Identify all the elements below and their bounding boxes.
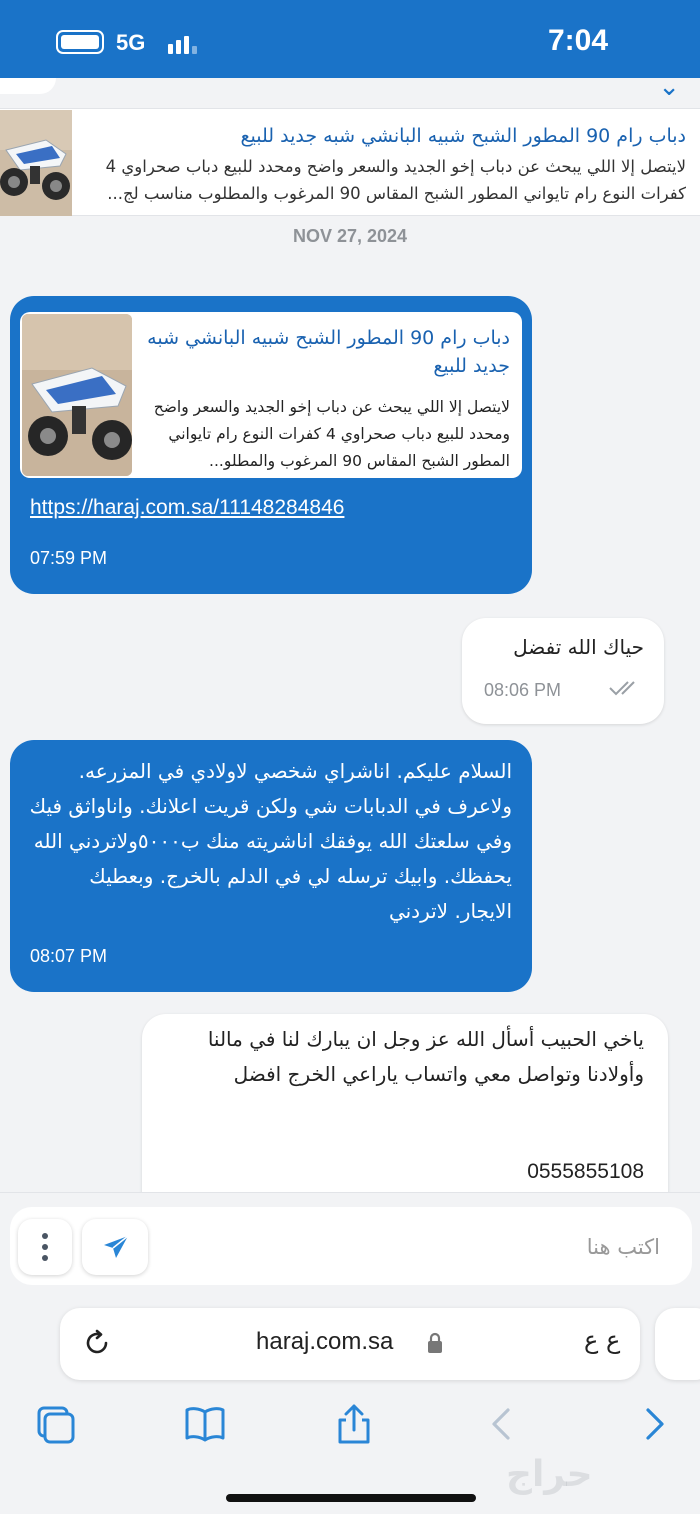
bookmarks-icon[interactable] bbox=[183, 1402, 227, 1446]
forward-icon[interactable] bbox=[632, 1402, 676, 1446]
reload-icon[interactable] bbox=[82, 1328, 112, 1358]
message-time: 07:59 PM bbox=[30, 548, 108, 568]
message-bubble-shared-listing[interactable]: دباب رام 90 المطور الشبح شبيه البانشي شب… bbox=[10, 296, 532, 594]
card-thumbnail bbox=[22, 314, 132, 476]
more-button[interactable] bbox=[18, 1219, 72, 1275]
listing-link[interactable]: https://haraj.com.sa/11148284846 bbox=[30, 496, 344, 520]
home-indicator[interactable] bbox=[226, 1494, 476, 1502]
network-label: 5G bbox=[116, 30, 146, 55]
header-edge bbox=[0, 78, 56, 94]
screen: 5G 7:04 ⌄ دباب رام 90 المطور الشبح شبيه … bbox=[0, 0, 700, 1514]
address-bar[interactable]: haraj.com.sa ع ع bbox=[60, 1308, 640, 1380]
message-bubble-outgoing[interactable]: حياك الله تفضل 08:06 PM bbox=[462, 618, 664, 724]
lock-icon bbox=[428, 1332, 442, 1353]
battery-icon bbox=[56, 30, 104, 54]
share-icon[interactable] bbox=[332, 1402, 376, 1446]
browser-bar: haraj.com.sa ع ع حراج bbox=[0, 1294, 700, 1514]
more-dots-icon bbox=[42, 1233, 48, 1261]
back-icon[interactable] bbox=[480, 1402, 524, 1446]
message-time: 08:06 PM bbox=[484, 680, 562, 700]
listing-thumbnail bbox=[0, 110, 72, 216]
browser-toolbar bbox=[0, 1394, 700, 1454]
signal-icon bbox=[168, 32, 198, 54]
listing-description: لايتصل إلا اللي يبحث عن دباب إخو الجديد … bbox=[105, 157, 686, 203]
read-receipt-icon bbox=[608, 678, 648, 703]
chat-thread[interactable]: ⌄ دباب رام 90 المطور الشبح شبيه البانشي … bbox=[0, 78, 700, 1192]
listing-banner[interactable]: دباب رام 90 المطور الشبح شبيه البانشي شب… bbox=[0, 108, 700, 216]
send-button[interactable] bbox=[82, 1219, 148, 1275]
shared-listing-card[interactable]: دباب رام 90 المطور الشبح شبيه البانشي شب… bbox=[20, 312, 522, 478]
message-bubble-outgoing[interactable]: ياخي الحبيب أسأل الله عز وجل ان يبارك لن… bbox=[142, 1014, 668, 1192]
text-size-button[interactable]: ع ع bbox=[584, 1326, 620, 1354]
url-text[interactable]: haraj.com.sa bbox=[256, 1328, 393, 1356]
message-text: ياخي الحبيب أسأل الله عز وجل ان يبارك لن… bbox=[207, 1027, 644, 1086]
tabs-icon[interactable] bbox=[33, 1402, 77, 1446]
message-text: حياك الله تفضل bbox=[513, 635, 644, 659]
next-tab-pill[interactable] bbox=[655, 1308, 700, 1380]
chevron-icon[interactable]: ⌄ bbox=[658, 78, 680, 102]
message-text: السلام عليكم. اناشراي شخصي لاولادي في ال… bbox=[29, 759, 512, 923]
card-description: لايتصل إلا اللي يبحث عن دباب إخو الجديد … bbox=[153, 398, 510, 470]
message-input[interactable]: اكتب هنا bbox=[587, 1235, 660, 1259]
phone-number[interactable]: 0555855108 bbox=[527, 1160, 644, 1184]
status-time: 7:04 bbox=[548, 24, 609, 57]
status-bar: 5G 7:04 bbox=[0, 0, 700, 78]
date-separator: NOV 27, 2024 bbox=[292, 226, 408, 246]
message-composer: اكتب هنا bbox=[0, 1192, 700, 1294]
send-icon bbox=[104, 1235, 129, 1258]
listing-title[interactable]: دباب رام 90 المطور الشبح شبيه البانشي شب… bbox=[86, 125, 686, 147]
message-bubble-incoming[interactable]: السلام عليكم. اناشراي شخصي لاولادي في ال… bbox=[10, 740, 532, 992]
watermark-logo: حراج bbox=[506, 1454, 593, 1495]
card-title[interactable]: دباب رام 90 المطور الشبح شبيه البانشي شب… bbox=[140, 324, 510, 380]
message-time: 08:07 PM bbox=[30, 946, 108, 966]
